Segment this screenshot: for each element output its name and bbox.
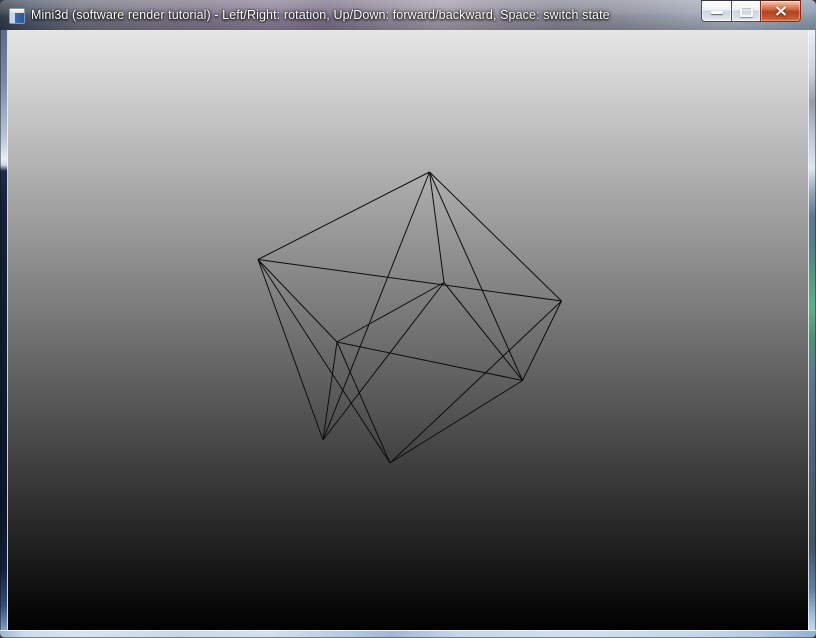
caption-buttons [701, 0, 801, 22]
minimize-button[interactable] [701, 0, 731, 22]
minimize-icon [711, 11, 723, 14]
window-frame-right [808, 30, 816, 630]
maximize-button[interactable] [731, 0, 760, 22]
cube-wireframe [8, 30, 808, 630]
app-window: Mini3d (software render tutorial) - Left… [0, 0, 816, 638]
close-icon [775, 6, 787, 16]
app-icon[interactable] [9, 8, 25, 24]
window-title: Mini3d (software render tutorial) - Left… [31, 8, 816, 23]
close-button[interactable] [760, 0, 801, 22]
maximize-icon [740, 6, 753, 17]
window-frame-bottom [0, 630, 816, 638]
render-viewport[interactable] [8, 30, 808, 630]
window-frame-left [0, 30, 8, 630]
titlebar[interactable]: Mini3d (software render tutorial) - Left… [0, 0, 816, 30]
